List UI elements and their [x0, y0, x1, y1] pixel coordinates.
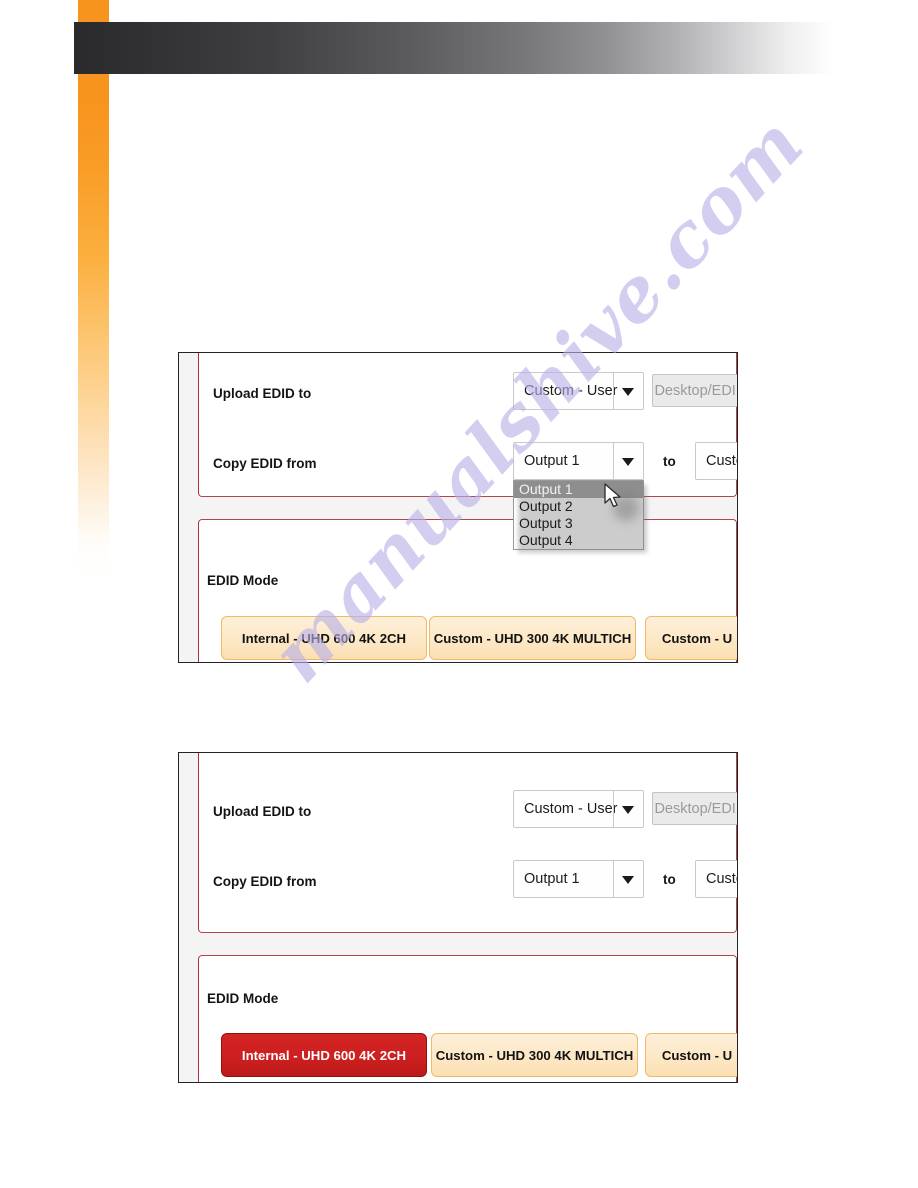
copy-edid-row: Copy EDID from [213, 443, 317, 483]
upload-file-path-value: Desktop/EDID/edid_test.bin [654, 800, 737, 817]
chevron-down-icon[interactable] [622, 806, 634, 814]
manual-page: Upload EDID to Custom - User Desktop/EDI… [0, 0, 918, 1188]
edid-mode-button-internal-uhd600[interactable]: Internal - UHD 600 4K 2CH [221, 1033, 427, 1077]
upload-target-select-box[interactable]: Custom - User [513, 790, 644, 828]
dropdown-option-output-4[interactable]: Output 4 [514, 532, 643, 549]
edid-mode-button-label: Custom - UHD 300 4K MULTICH [433, 630, 632, 646]
app-left-gutter [179, 353, 198, 662]
edid-mode-title: EDID Mode [207, 573, 279, 588]
edid-mode-button-custom-uhd300[interactable]: Custom - UHD 300 4K MULTICH [429, 616, 636, 660]
select-divider [613, 791, 614, 827]
copy-edid-label: Copy EDID from [213, 455, 317, 471]
select-divider [613, 373, 614, 409]
upload-target-select-value: Custom - User [524, 801, 618, 817]
upload-file-path-value: Desktop/EDID/edid_test.bin [654, 382, 737, 399]
panel-separator [198, 933, 737, 955]
copy-source-select-value: Output 1 [524, 453, 580, 469]
edid-mode-button-label: Custom - U [661, 1047, 733, 1063]
select-divider [613, 443, 614, 479]
upload-target-select-value: Custom - User [524, 383, 618, 399]
chevron-down-icon[interactable] [622, 458, 634, 466]
chevron-down-icon[interactable] [622, 388, 634, 396]
edid-mode-button-custom-uhd300[interactable]: Custom - UHD 300 4K MULTICH [431, 1033, 638, 1077]
output-dropdown-list[interactable]: Output 1 Output 2 Output 3 Output 4 [513, 480, 644, 550]
edid-mode-title: EDID Mode [207, 991, 279, 1006]
copy-destination-select[interactable]: Custom - User [695, 860, 737, 898]
copy-edid-label: Copy EDID from [213, 873, 317, 889]
edid-mode-button-internal-uhd600[interactable]: Internal - UHD 600 4K 2CH [221, 616, 427, 660]
panel-separator [198, 497, 737, 519]
copy-edid-row: Copy EDID from [213, 861, 317, 901]
chevron-down-icon[interactable] [622, 876, 634, 884]
app-left-gutter [179, 753, 198, 1082]
edid-mode-button-custom-u[interactable]: Custom - U [645, 1033, 737, 1077]
upload-target-select-box[interactable]: Custom - User [513, 372, 644, 410]
copy-to-word: to [663, 454, 676, 469]
dropdown-option-output-2[interactable]: Output 2 [514, 498, 643, 515]
orange-accent-strip [78, 0, 109, 580]
edid-transfer-panel [198, 753, 737, 933]
header-gradient-bar [74, 22, 834, 74]
upload-edid-row: Upload EDID to [213, 791, 311, 831]
dropdown-option-output-3[interactable]: Output 3 [514, 515, 643, 532]
copy-destination-select-value: Custom - User [706, 871, 737, 887]
edid-mode-button-custom-u[interactable]: Custom - U [645, 616, 737, 660]
copy-destination-select-value: Custom - User [706, 453, 737, 469]
copy-source-select[interactable]: Output 1 [513, 860, 644, 898]
upload-edid-label: Upload EDID to [213, 385, 312, 401]
upload-file-path-field[interactable]: Desktop/EDID/edid_test.bin [652, 374, 737, 407]
copy-source-select[interactable]: Output 1 [513, 442, 644, 480]
screenshot-frame-dropdown-open: Upload EDID to Custom - User Desktop/EDI… [178, 352, 738, 663]
edid-mode-button-label: Custom - U [661, 630, 733, 646]
edid-mode-button-label: Internal - UHD 600 4K 2CH [241, 630, 407, 646]
copy-source-select-value: Output 1 [524, 871, 580, 887]
edid-mode-button-label: Internal - UHD 600 4K 2CH [241, 1047, 407, 1063]
upload-edid-row: Upload EDID to [213, 373, 311, 413]
upload-edid-label: Upload EDID to [213, 803, 312, 819]
dropdown-option-output-1[interactable]: Output 1 [514, 481, 643, 498]
copy-to-word: to [663, 872, 676, 887]
copy-destination-select[interactable]: Custom - User [695, 442, 737, 480]
select-divider [613, 861, 614, 897]
edid-mode-button-label: Custom - UHD 300 4K MULTICH [435, 1047, 634, 1063]
upload-file-path-field[interactable]: Desktop/EDID/edid_test.bin [652, 792, 737, 825]
screenshot-frame-active-mode: Upload EDID to Custom - User Desktop/EDI… [178, 752, 738, 1083]
